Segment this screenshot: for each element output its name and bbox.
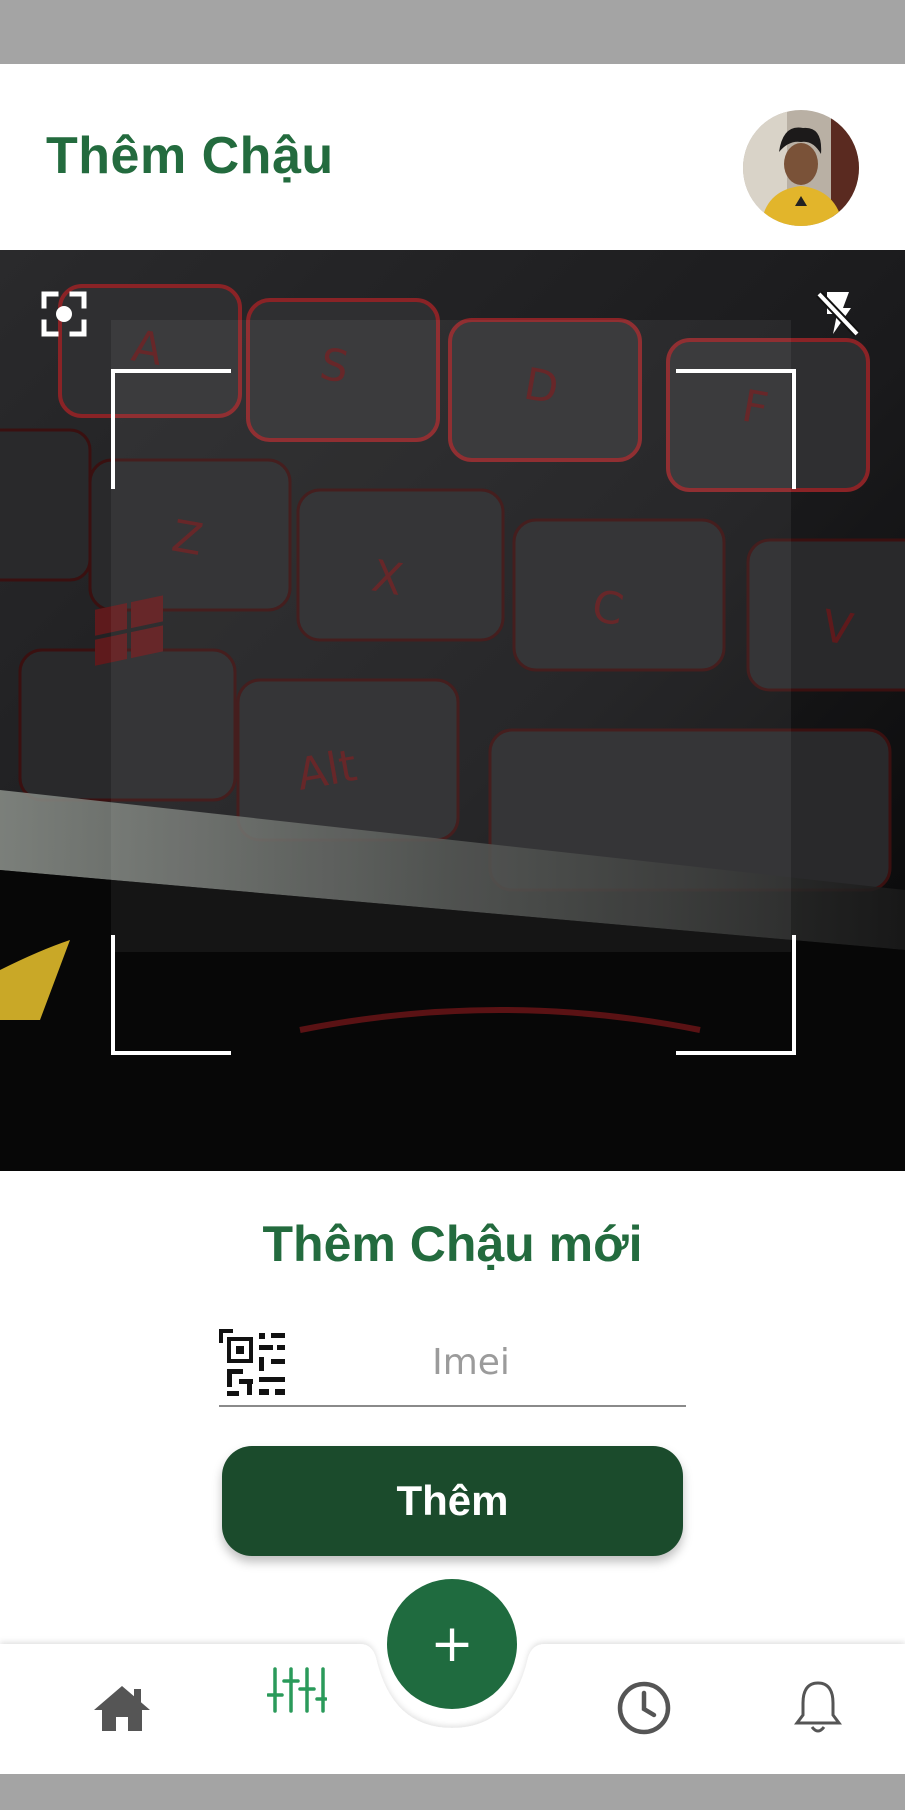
page-title: Thêm Chậu: [46, 127, 334, 185]
camera-preview[interactable]: A S D F Z X C V Alt: [0, 250, 905, 1171]
avatar[interactable]: [743, 110, 859, 226]
imei-input[interactable]: [299, 1333, 643, 1391]
nav-home[interactable]: [92, 1680, 152, 1736]
system-nav-bar: [0, 1774, 905, 1810]
plus-icon: +: [430, 1614, 474, 1674]
status-bar: [0, 0, 905, 64]
nav-history[interactable]: [614, 1678, 674, 1738]
sliders-icon: [267, 1667, 327, 1713]
flash-off-icon[interactable]: [813, 288, 863, 338]
clock-icon: [617, 1681, 671, 1735]
scan-frame-corner: [111, 369, 231, 489]
bell-icon: [794, 1681, 842, 1733]
imei-field: [219, 1325, 686, 1407]
focus-icon[interactable]: [40, 290, 88, 338]
home-icon: [94, 1686, 150, 1731]
nav-notifications[interactable]: [790, 1678, 846, 1736]
qr-code-icon[interactable]: [219, 1329, 289, 1399]
scan-frame-corner: [676, 369, 796, 489]
app-header: Thêm Chậu: [0, 64, 905, 250]
avatar-photo: [743, 110, 859, 226]
scan-frame-corner: [111, 935, 231, 1055]
add-fab-button[interactable]: +: [387, 1579, 517, 1709]
form-title: Thêm Chậu mới: [262, 1216, 643, 1272]
add-button[interactable]: Thêm: [222, 1446, 683, 1556]
nav-controls[interactable]: [266, 1664, 328, 1716]
scan-frame-corner: [676, 935, 796, 1055]
